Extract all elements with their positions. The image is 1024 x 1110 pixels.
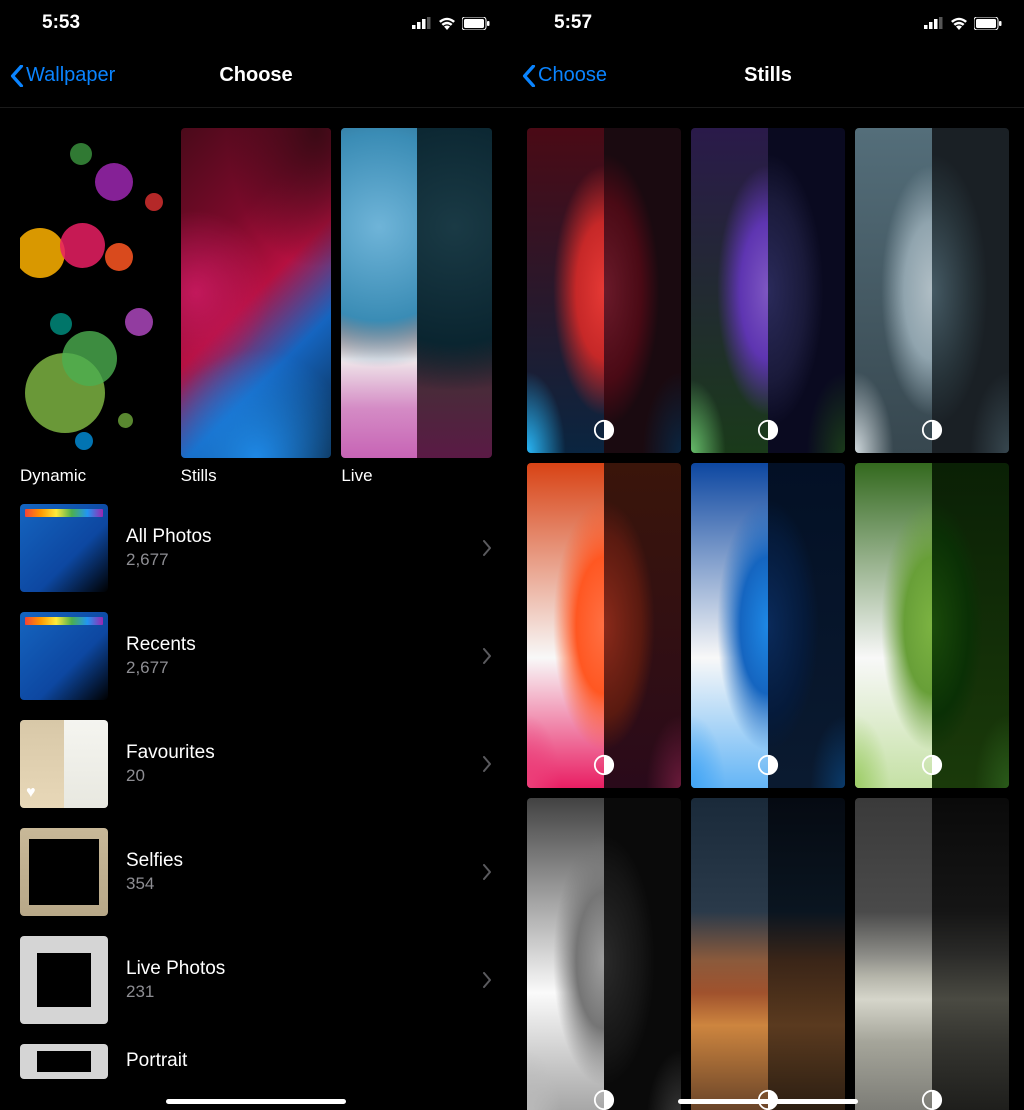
still-mono[interactable] [527, 798, 681, 1110]
album-live-photos[interactable]: Live Photos 231 [20, 926, 492, 1034]
chevron-left-icon [10, 65, 24, 87]
nav-bar: Wallpaper Choose [0, 44, 512, 108]
nav-bar: Choose Stills [512, 44, 1024, 108]
album-selfies[interactable]: Selfies 354 [20, 818, 492, 926]
album-title: Recents [126, 634, 464, 656]
album-thumbnail [20, 828, 108, 916]
album-count: 231 [126, 982, 464, 1002]
category-row: Dynamic Stills Live [0, 108, 512, 494]
album-thumbnail [20, 1044, 108, 1079]
album-thumbnail [20, 612, 108, 700]
still-rock[interactable] [855, 798, 1009, 1110]
heart-icon: ♥ [26, 784, 36, 802]
category-label: Stills [181, 466, 332, 486]
album-info: All Photos 2,677 [126, 526, 464, 570]
album-recents[interactable]: Recents 2,677 [20, 602, 492, 710]
album-info: Portrait [126, 1050, 492, 1074]
album-title: Portrait [126, 1050, 492, 1072]
screen-choose: 5:53 Wallpaper Choose [0, 0, 512, 1110]
album-count: 20 [126, 766, 464, 786]
still-green[interactable] [855, 463, 1009, 788]
stills-grid [512, 108, 1024, 1110]
album-info: Live Photos 231 [126, 958, 464, 1002]
cellular-icon [924, 17, 944, 29]
page-title: Stills [744, 64, 792, 87]
appearance-icon [921, 419, 943, 441]
album-title: Selfies [126, 850, 464, 872]
chevron-right-icon [482, 972, 492, 988]
category-stills[interactable]: Stills [181, 128, 332, 486]
category-live[interactable]: Live [341, 128, 492, 486]
album-count: 354 [126, 874, 464, 894]
album-portrait[interactable]: Portrait [20, 1034, 492, 1079]
album-title: Live Photos [126, 958, 464, 980]
album-title: Favourites [126, 742, 464, 764]
album-all-photos[interactable]: All Photos 2,677 [20, 494, 492, 602]
chevron-right-icon [482, 540, 492, 556]
appearance-icon [757, 754, 779, 776]
still-orange[interactable] [527, 463, 681, 788]
battery-icon [974, 17, 1002, 30]
album-favourites[interactable]: ♥ Favourites 20 [20, 710, 492, 818]
chevron-right-icon [482, 756, 492, 772]
stills-thumbnail [181, 128, 332, 458]
category-label: Dynamic [20, 466, 171, 486]
status-time: 5:53 [42, 12, 80, 34]
status-bar: 5:53 [0, 0, 512, 44]
chevron-left-icon [522, 65, 536, 87]
appearance-icon [921, 1089, 943, 1110]
still-red[interactable] [527, 128, 681, 453]
appearance-icon [593, 1089, 615, 1110]
category-label: Live [341, 466, 492, 486]
still-blue[interactable] [691, 463, 845, 788]
chevron-right-icon [482, 864, 492, 880]
album-list: All Photos 2,677 Recents 2,677 ♥ Favouri… [0, 494, 512, 1079]
live-thumbnail [341, 128, 492, 458]
wifi-icon [950, 17, 968, 30]
appearance-icon [593, 419, 615, 441]
back-button[interactable]: Choose [522, 64, 607, 87]
back-label: Wallpaper [26, 64, 115, 87]
wifi-icon [438, 17, 456, 30]
appearance-icon [921, 754, 943, 776]
status-bar: 5:57 [512, 0, 1024, 44]
album-info: Selfies 354 [126, 850, 464, 894]
album-thumbnail [20, 936, 108, 1024]
chevron-right-icon [482, 648, 492, 664]
album-title: All Photos [126, 526, 464, 548]
appearance-icon [593, 754, 615, 776]
album-thumbnail [20, 504, 108, 592]
album-thumbnail: ♥ [20, 720, 108, 808]
home-indicator[interactable] [678, 1099, 858, 1104]
back-button[interactable]: Wallpaper [10, 64, 115, 87]
category-dynamic[interactable]: Dynamic [20, 128, 171, 486]
still-gray[interactable] [855, 128, 1009, 453]
screen-stills: 5:57 Choose Stills [512, 0, 1024, 1110]
cellular-icon [412, 17, 432, 29]
still-purple[interactable] [691, 128, 845, 453]
dynamic-thumbnail [20, 128, 171, 458]
back-label: Choose [538, 64, 607, 87]
appearance-icon [757, 419, 779, 441]
still-desert[interactable] [691, 798, 845, 1110]
status-time: 5:57 [554, 12, 592, 34]
album-info: Recents 2,677 [126, 634, 464, 678]
album-count: 2,677 [126, 658, 464, 678]
album-count: 2,677 [126, 550, 464, 570]
home-indicator[interactable] [166, 1099, 346, 1104]
page-title: Choose [219, 64, 292, 87]
battery-icon [462, 17, 490, 30]
status-icons [924, 17, 1002, 30]
status-icons [412, 17, 490, 30]
album-info: Favourites 20 [126, 742, 464, 786]
